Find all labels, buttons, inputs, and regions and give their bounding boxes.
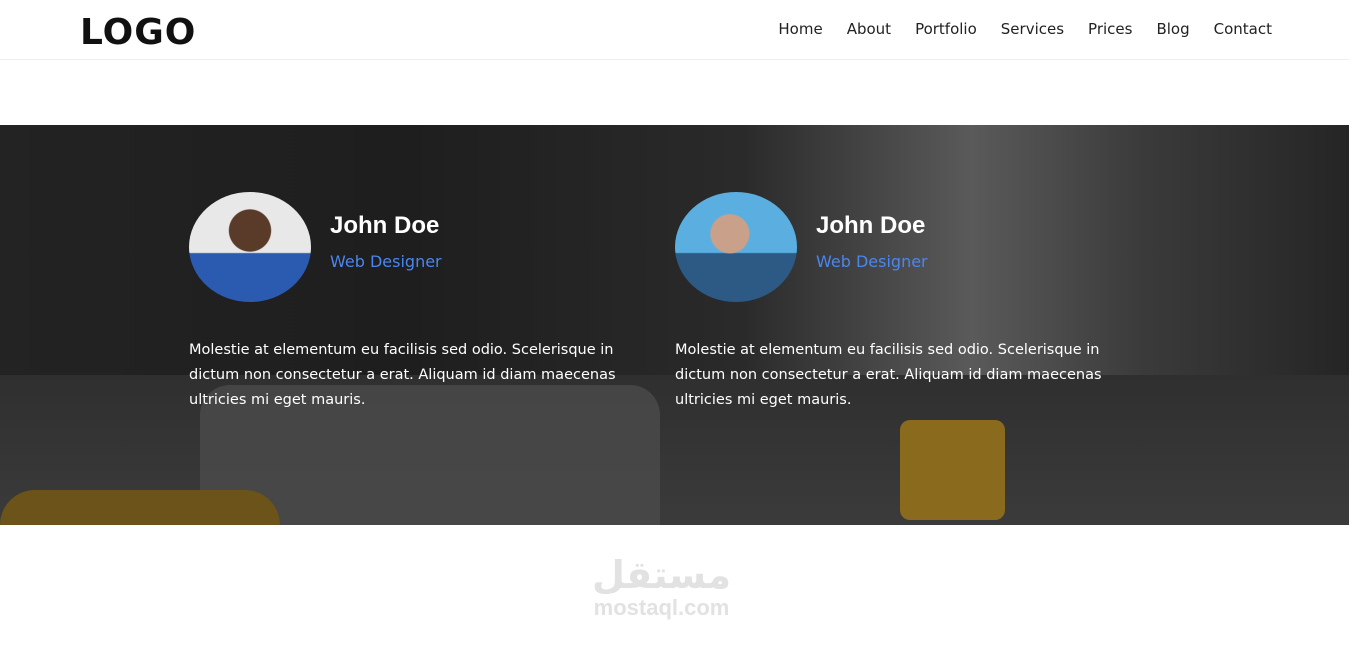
member-name: John Doe — [330, 212, 440, 239]
team-section: John Doe Web Designer Molestie at elemen… — [0, 125, 1349, 525]
main-nav: Home About Portfolio Services Prices Blo… — [778, 20, 1272, 38]
site-header: LOGO Home About Portfolio Services Price… — [0, 0, 1349, 60]
nav-portfolio[interactable]: Portfolio — [915, 20, 977, 38]
logo[interactable]: LOGO — [80, 12, 196, 53]
background-taxi — [900, 420, 1005, 520]
nav-blog[interactable]: Blog — [1156, 20, 1189, 38]
member-role: Web Designer — [330, 252, 442, 271]
member-bio: Molestie at elementum eu facilisis sed o… — [675, 342, 1102, 408]
nav-about[interactable]: About — [847, 20, 891, 38]
member-bio: Molestie at elementum eu facilisis sed o… — [189, 342, 616, 408]
nav-prices[interactable]: Prices — [1088, 20, 1132, 38]
avatar — [189, 192, 311, 302]
nav-home[interactable]: Home — [778, 20, 822, 38]
nav-contact[interactable]: Contact — [1214, 20, 1272, 38]
watermark-latin: mostaql.com — [593, 595, 730, 620]
member-role: Web Designer — [816, 252, 928, 271]
background-taxi — [0, 490, 280, 525]
avatar — [675, 192, 797, 302]
watermark-arabic: مستقل — [592, 553, 731, 597]
watermark: مستقل mostaql.com — [592, 555, 731, 621]
nav-services[interactable]: Services — [1001, 20, 1064, 38]
member-name: John Doe — [816, 212, 926, 239]
